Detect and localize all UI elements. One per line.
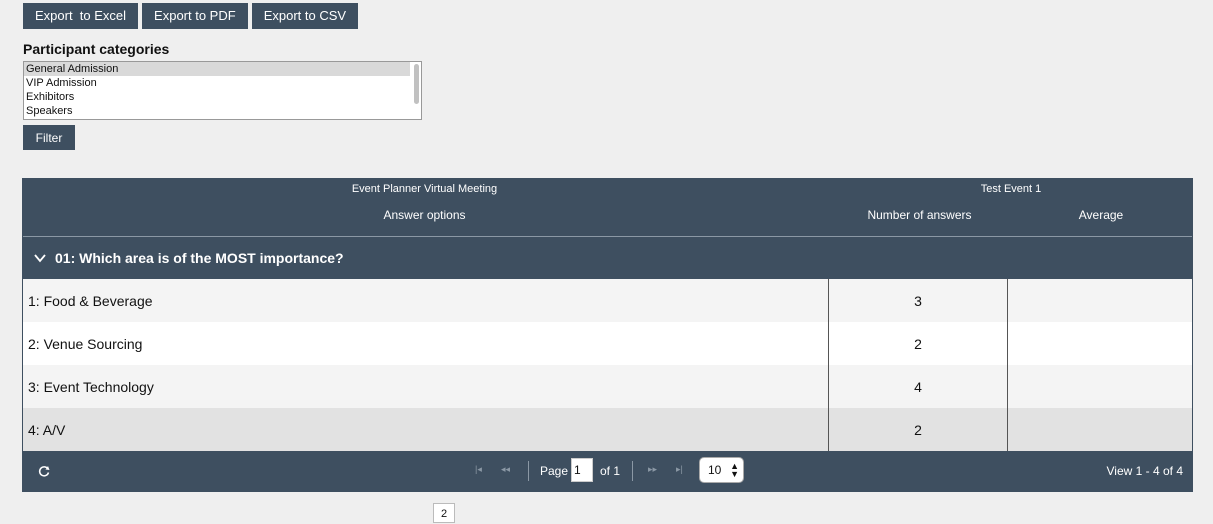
answer-average-cell	[1008, 365, 1186, 408]
question-title: 01: Which area is of the MOST importance…	[55, 250, 344, 266]
pager-separator	[528, 461, 529, 481]
page-number-input[interactable]	[571, 458, 593, 482]
export-csv-button[interactable]: Export to CSV	[251, 3, 359, 29]
export-pdf-button[interactable]: Export to PDF	[142, 3, 248, 29]
listbox-scrollbar[interactable]	[414, 64, 419, 104]
answer-count-cell: 2	[829, 322, 1008, 365]
answer-option-cell: 3: Event Technology	[23, 365, 829, 408]
table-row[interactable]: 2: Venue Sourcing 2	[23, 322, 1192, 365]
grid-header: Event Planner Virtual Meeting Test Event…	[23, 179, 1192, 237]
category-option-exhibitors[interactable]: Exhibitors	[24, 90, 421, 104]
pager-separator	[632, 461, 633, 481]
answer-count-cell: 3	[829, 279, 1008, 322]
rows-per-page-value: 10	[708, 463, 722, 477]
answer-count-cell: 4	[829, 365, 1008, 408]
next-page-icon[interactable]: ▸▸	[648, 464, 657, 475]
answer-option-cell: 2: Venue Sourcing	[23, 322, 829, 365]
answer-average-cell	[1008, 279, 1186, 322]
export-excel-button[interactable]: Export to Excel	[23, 3, 139, 29]
category-option-general-admission[interactable]: General Admission	[24, 62, 410, 76]
view-info: View 1 - 4 of 4	[1106, 464, 1184, 478]
answer-average-cell	[1008, 322, 1186, 365]
answer-option-cell: 1: Food & Beverage	[23, 279, 829, 322]
chevron-down-icon[interactable]	[34, 252, 46, 264]
table-row[interactable]: 1: Food & Beverage 3	[23, 279, 1192, 322]
category-option-vip-admission[interactable]: VIP Admission	[24, 76, 421, 90]
participant-categories-title: Participant categories	[23, 41, 170, 57]
table-row[interactable]: 4: A/V 2	[23, 408, 1192, 451]
page-label: Page	[540, 464, 569, 478]
page-count-label: of 1	[600, 464, 621, 478]
group-header-test-event: Test Event 1	[980, 183, 1042, 195]
select-arrows-icon: ▲ ▼	[730, 461, 739, 479]
group-header-event-planner: Event Planner Virtual Meeting	[351, 183, 498, 195]
answer-option-cell: 4: A/V	[23, 408, 829, 451]
column-header-average[interactable]: Average	[1013, 208, 1189, 222]
prev-page-icon[interactable]: ◂◂	[501, 464, 510, 475]
category-option-speakers[interactable]: Speakers	[24, 104, 421, 118]
rows-per-page-select[interactable]: 10 ▲ ▼	[699, 457, 744, 483]
filter-button[interactable]: Filter	[23, 125, 75, 150]
question-group-row[interactable]: 01: Which area is of the MOST importance…	[23, 237, 1192, 279]
export-toolbar: Export to Excel Export to PDF Export to …	[23, 3, 359, 29]
refresh-icon[interactable]	[37, 464, 51, 478]
column-header-number-of-answers[interactable]: Number of answers	[826, 208, 1013, 222]
participant-categories-listbox[interactable]: General Admission VIP Admission Exhibito…	[23, 61, 422, 120]
answer-count-cell: 2	[829, 408, 1008, 451]
last-page-icon[interactable]: ▸|	[676, 464, 683, 475]
first-page-icon[interactable]: |◂	[475, 464, 482, 475]
grid-pager: |◂ ◂◂ Page of 1 ▸▸ ▸| 10 ▲▼ View 1 - 4 o…	[23, 451, 1192, 491]
results-grid: Event Planner Virtual Meeting Test Event…	[22, 178, 1193, 492]
answer-average-cell	[1008, 408, 1186, 451]
column-header-answer-options[interactable]: Answer options	[23, 208, 826, 222]
table-row[interactable]: 3: Event Technology 4	[23, 365, 1192, 408]
tooltip: 2	[433, 503, 455, 523]
